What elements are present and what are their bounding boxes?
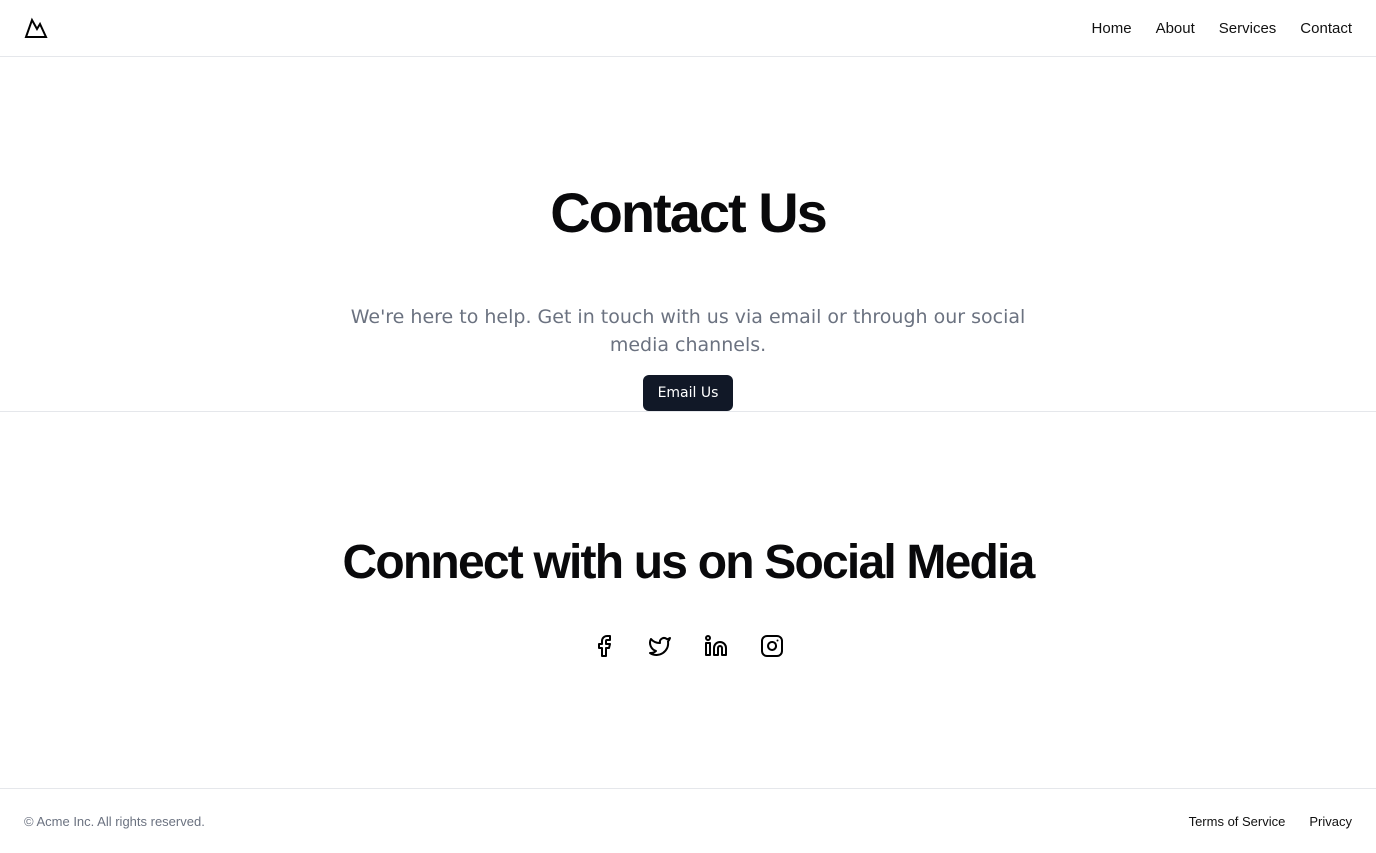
privacy-link[interactable]: Privacy bbox=[1309, 814, 1352, 829]
nav-contact[interactable]: Contact bbox=[1300, 20, 1352, 37]
main-nav: Home About Services Contact bbox=[1092, 20, 1352, 37]
nav-about[interactable]: About bbox=[1156, 20, 1195, 37]
logo-link[interactable] bbox=[24, 16, 48, 40]
linkedin-link[interactable] bbox=[704, 634, 728, 658]
social-section: Connect with us on Social Media bbox=[0, 412, 1376, 788]
twitter-link[interactable] bbox=[648, 634, 672, 658]
social-title: Connect with us on Social Media bbox=[342, 536, 1036, 589]
twitter-icon bbox=[649, 637, 671, 656]
hero-description: We're here to help. Get in touch with us… bbox=[350, 306, 1026, 356]
mountain-icon bbox=[24, 17, 48, 38]
site-header: Home About Services Contact bbox=[0, 0, 1376, 57]
email-us-button[interactable]: Email Us bbox=[643, 375, 733, 411]
linkedin-icon bbox=[705, 635, 727, 656]
instagram-icon bbox=[761, 635, 783, 657]
page-title: Contact Us bbox=[550, 181, 828, 244]
contact-hero: Contact Us We're here to help. Get in to… bbox=[0, 57, 1376, 412]
nav-home[interactable]: Home bbox=[1092, 20, 1132, 37]
social-icons bbox=[0, 634, 1376, 658]
terms-link[interactable]: Terms of Service bbox=[1189, 814, 1286, 829]
footer-links: Terms of Service Privacy bbox=[1189, 814, 1352, 829]
site-footer: © Acme Inc. All rights reserved. Terms o… bbox=[0, 788, 1376, 853]
instagram-link[interactable] bbox=[760, 634, 784, 658]
nav-services[interactable]: Services bbox=[1219, 20, 1277, 37]
copyright-text: © Acme Inc. All rights reserved. bbox=[24, 813, 205, 829]
facebook-link[interactable] bbox=[592, 634, 616, 658]
facebook-icon bbox=[598, 635, 611, 657]
